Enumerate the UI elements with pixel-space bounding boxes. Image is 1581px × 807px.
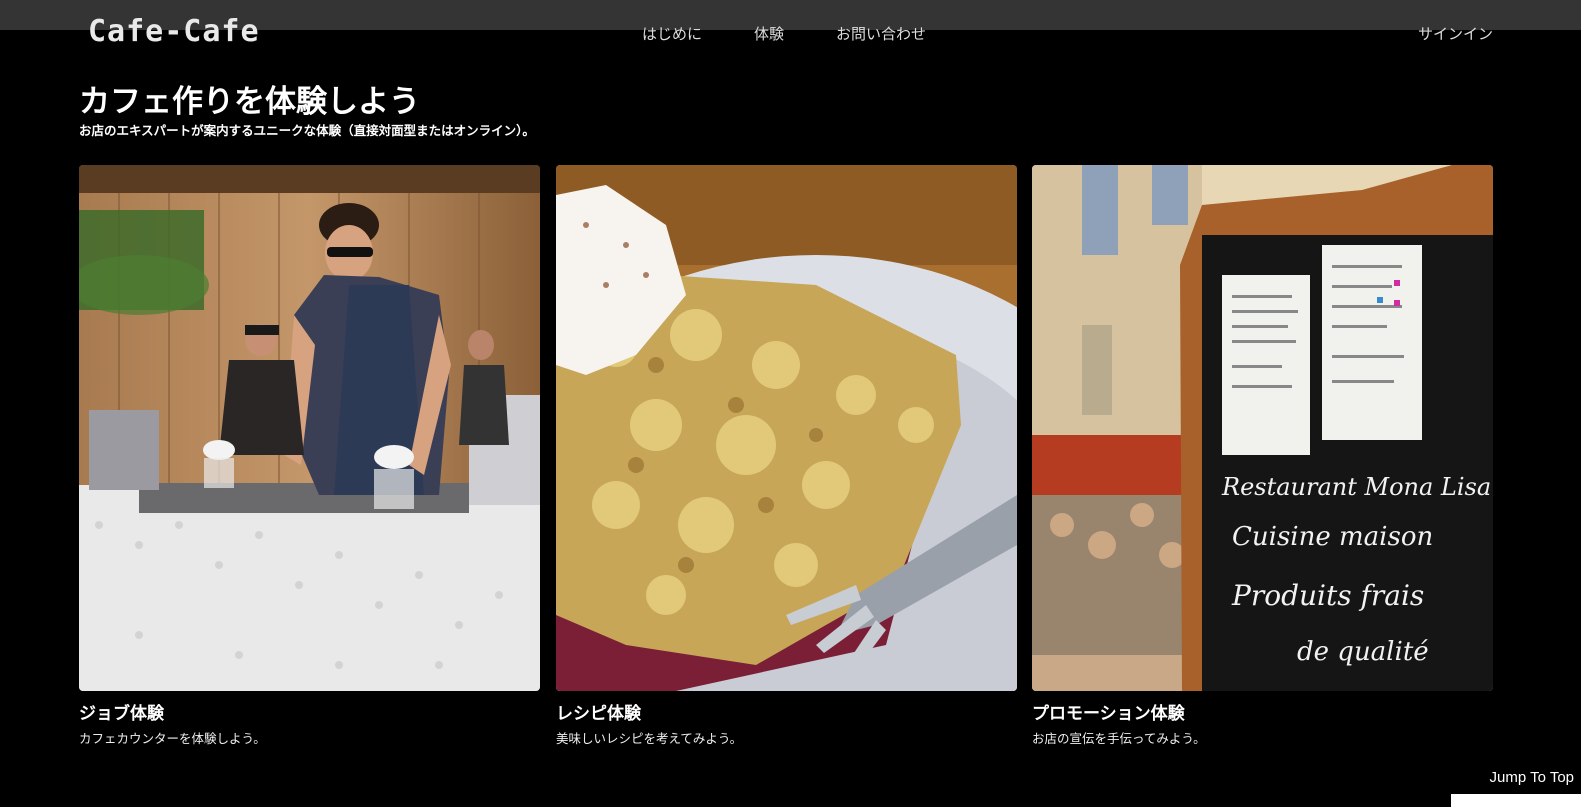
barista-photo[interactable] — [79, 165, 540, 691]
main-nav: はじめに 体験 お問い合わせ サインイン — [0, 23, 1581, 45]
jump-to-top-button[interactable]: Jump To Top — [1451, 762, 1581, 794]
card-promotion-title[interactable]: プロモーション体験 — [1032, 699, 1493, 724]
board-line-3: Produits frais — [1231, 579, 1424, 612]
card-recipe-desc: 美味しいレシピを考えてみよう。 — [556, 731, 743, 746]
menu-board-photo[interactable]: Restaurant Mona Lisa Cuisine maison Prod… — [1032, 165, 1493, 691]
signin-link[interactable]: サインイン — [1418, 23, 1493, 44]
nav-item-contact[interactable]: お問い合わせ — [836, 23, 926, 44]
board-line-4: de qualité — [1297, 637, 1429, 667]
card-promotion[interactable]: Restaurant Mona Lisa Cuisine maison Prod… — [1032, 165, 1493, 747]
card-promotion-desc: お店の宣伝を手伝ってみよう。 — [1032, 731, 1206, 746]
bottom-edge — [1451, 794, 1581, 807]
card-recipe-title[interactable]: レシピ体験 — [556, 699, 1017, 724]
card-recipe[interactable]: レシピ体験 美味しいレシピを考えてみよう。 — [556, 165, 1017, 747]
card-job-desc: カフェカウンターを体験しよう。 — [79, 731, 266, 746]
page-title: カフェ作りを体験しよう — [79, 84, 420, 120]
crumble-cake-photo[interactable] — [556, 165, 1017, 691]
board-line-1: Restaurant Mona Lisa — [1221, 473, 1491, 501]
card-job[interactable]: ジョブ体験 カフェカウンターを体験しよう。 — [79, 165, 540, 747]
card-job-title[interactable]: ジョブ体験 — [79, 699, 540, 724]
nav-item-intro[interactable]: はじめに — [642, 23, 702, 44]
board-line-2: Cuisine maison — [1232, 522, 1433, 552]
nav-item-experience[interactable]: 体験 — [754, 23, 784, 44]
page-subtitle: お店のエキスパートが案内するユニークな体験（直接対面型またはオンライン）。 — [79, 123, 535, 138]
